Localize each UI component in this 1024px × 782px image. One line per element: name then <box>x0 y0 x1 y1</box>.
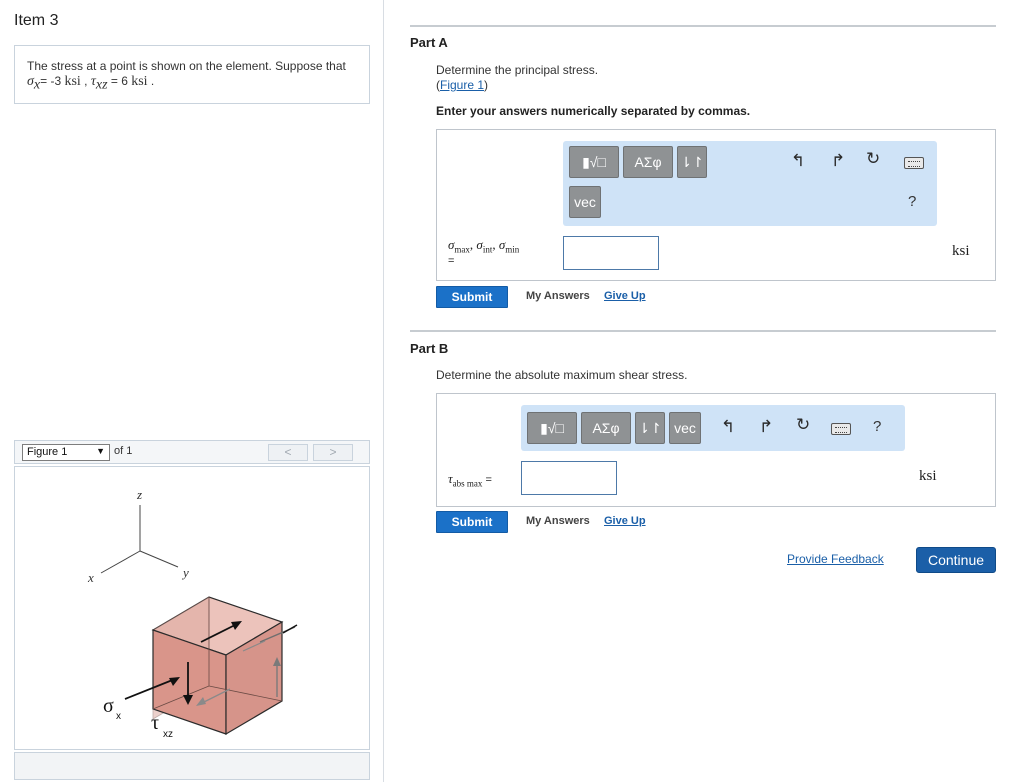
previous-figure-button[interactable]: < <box>268 444 308 461</box>
reset-icon[interactable]: ↻ <box>866 149 880 169</box>
left-panel: Item 3 The stress at a point is shown on… <box>0 0 384 782</box>
part-b-equals: = <box>482 474 492 486</box>
part-b-give-up-link[interactable]: Give Up <box>604 515 646 527</box>
figure-footer <box>14 752 370 780</box>
sigma-max-subscript: max <box>454 244 470 255</box>
undo-icon[interactable]: ↰ <box>721 417 735 437</box>
tau-subscript: xz <box>95 77 108 93</box>
part-a-submit-button[interactable]: Submit <box>436 286 508 308</box>
y-axis-label: y <box>181 565 189 580</box>
z-axis-label: z <box>136 487 142 502</box>
part-b-divider <box>410 330 996 332</box>
figure-navigation-bar: Figure 1 ▼ of 1 < > <box>14 440 370 464</box>
templates-button[interactable]: ▮√□ <box>527 412 577 444</box>
reset-icon[interactable]: ↻ <box>796 415 810 435</box>
part-a-give-up-link[interactable]: Give Up <box>604 290 646 302</box>
part-b-my-answers[interactable]: My Answers <box>526 515 590 527</box>
part-b-answer-label: τabs max = <box>448 471 492 489</box>
part-b-answer-box: ▮√□ ΑΣφ ⇂↾ vec ↰ ↱ ↻ ? τabs max = ksi <box>436 393 996 507</box>
templates-button[interactable]: ▮√□ <box>569 146 619 178</box>
help-button[interactable]: ? <box>908 193 916 210</box>
part-a-instruction: Determine the principal stress. <box>436 63 599 77</box>
x-axis <box>100 550 141 574</box>
tau-xz-label: τ <box>151 712 159 734</box>
sigma-int-subscript: int <box>482 244 493 255</box>
continue-button[interactable]: Continue <box>916 547 996 573</box>
keyboard-icon[interactable] <box>831 423 851 435</box>
part-b-instruction: Determine the absolute maximum shear str… <box>436 368 688 382</box>
figure-select[interactable]: Figure 1 ▼ <box>22 444 110 461</box>
figure-count: of 1 <box>114 445 133 457</box>
tau-unit: ksi <box>131 74 148 89</box>
provide-feedback-link[interactable]: Provide Feedback <box>787 552 884 566</box>
sigma-unit: ksi <box>64 74 81 89</box>
help-button[interactable]: ? <box>873 418 881 435</box>
sigma-min-subscript: min <box>505 244 520 255</box>
part-a-equals: = <box>448 254 455 267</box>
y-axis <box>139 550 179 568</box>
figure-area: z y x σ x τ xz <box>14 466 370 750</box>
vector-button[interactable]: vec <box>669 412 701 444</box>
chevron-down-icon: ▼ <box>96 446 105 456</box>
tau-value: = 6 <box>107 74 132 88</box>
x-axis-label: x <box>87 570 94 585</box>
part-a-divider <box>410 25 996 27</box>
part-a-figure-ref: (Figure 1) <box>436 78 488 92</box>
part-b-unit: ksi <box>919 468 937 484</box>
part-a-answer-label: σmax, σint, σmin = <box>448 237 519 267</box>
problem-statement: The stress at a point is shown on the el… <box>14 45 370 104</box>
subscript-superscript-button[interactable]: ⇂↾ <box>635 412 665 444</box>
separator: , <box>80 74 91 88</box>
subscript-superscript-button[interactable]: ⇂↾ <box>677 146 707 178</box>
greek-letters-button[interactable]: ΑΣφ <box>623 146 673 178</box>
right-panel: Part A Determine the principal stress. (… <box>385 0 1024 782</box>
problem-end: . <box>147 74 155 88</box>
figure-1-link[interactable]: Figure 1 <box>440 78 484 92</box>
stress-element-figure: z y x σ x τ xz <box>87 487 298 740</box>
sigma-x-label-sub: x <box>116 711 121 722</box>
vector-button[interactable]: vec <box>569 186 601 218</box>
keyboard-icon[interactable] <box>904 157 924 169</box>
part-a-title: Part A <box>410 35 448 50</box>
part-b-math-toolbar: ▮√□ ΑΣφ ⇂↾ vec ↰ ↱ ↻ ? <box>521 405 905 451</box>
part-a-my-answers[interactable]: My Answers <box>526 290 590 302</box>
part-b-title: Part B <box>410 341 449 356</box>
redo-icon[interactable]: ↱ <box>831 151 845 171</box>
redo-icon[interactable]: ↱ <box>759 417 773 437</box>
part-b-answer-input[interactable] <box>521 461 617 495</box>
undo-icon[interactable]: ↰ <box>791 151 805 171</box>
greek-letters-button[interactable]: ΑΣφ <box>581 412 631 444</box>
sigma-symbol: σ <box>27 74 34 89</box>
part-b-submit-button[interactable]: Submit <box>436 511 508 533</box>
item-title: Item 3 <box>14 12 59 29</box>
part-a-directive: Enter your answers numerically separated… <box>436 104 751 118</box>
figure-select-value: Figure 1 <box>27 446 68 458</box>
paren-close: ) <box>484 78 489 92</box>
tau-xz-label-sub: xz <box>163 729 173 740</box>
part-a-answer-input[interactable] <box>563 236 659 270</box>
tau-abs-max-subscript: abs max <box>452 478 483 489</box>
next-figure-button[interactable]: > <box>313 444 353 461</box>
sigma-value: = -3 <box>40 74 65 88</box>
sigma-x-label: σ <box>103 695 114 717</box>
problem-text: The stress at a point is shown on the el… <box>27 59 346 73</box>
part-a-answer-box: ▮√□ ΑΣφ ⇂↾ vec ↰ ↱ ↻ ? σmax, σint, σmin … <box>436 129 996 281</box>
sigma-x-line-ext <box>282 624 298 634</box>
part-a-unit: ksi <box>952 243 970 259</box>
part-a-math-toolbar: ▮√□ ΑΣφ ⇂↾ vec ↰ ↱ ↻ ? <box>563 141 937 226</box>
